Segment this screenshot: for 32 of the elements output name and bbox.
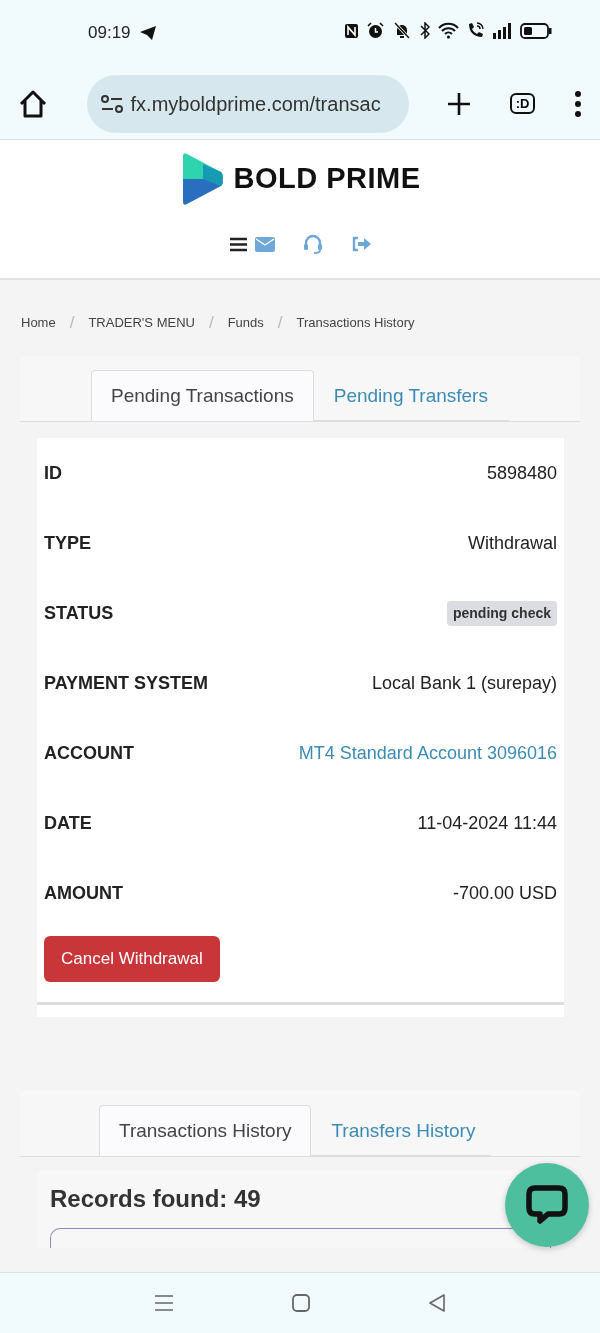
- tab-switcher-button[interactable]: :D: [509, 93, 536, 114]
- breadcrumb-link[interactable]: TRADER'S MENU: [88, 313, 195, 333]
- status-time: 09:19: [88, 22, 131, 44]
- field-label: AMOUNT: [44, 881, 123, 905]
- field-label: STATUS: [44, 601, 114, 625]
- breadcrumb-separator: /: [277, 312, 283, 334]
- breadcrumb-separator: /: [208, 312, 214, 334]
- address-bar[interactable]: fx.myboldprime.com/transac: [86, 74, 409, 133]
- tab[interactable]: Transfers History: [311, 1104, 496, 1156]
- breadcrumb-link[interactable]: Home: [21, 313, 56, 333]
- records-heading: Records found: 49: [50, 1185, 262, 1214]
- status-badge: pending check: [446, 600, 557, 626]
- field-label: ACCOUNT: [44, 741, 134, 765]
- breadcrumb-link[interactable]: Funds: [227, 313, 264, 333]
- field-value: 5898480: [486, 461, 557, 485]
- field-value: 11-04-2024 11:44: [417, 811, 557, 835]
- logo-text: BOLD PRIME: [233, 161, 421, 197]
- field-value: Withdrawal: [467, 531, 557, 555]
- field-label: TYPE: [44, 531, 91, 555]
- breadcrumb-separator: /: [69, 312, 75, 334]
- tab[interactable]: Transactions History: [99, 1104, 312, 1156]
- field-label: DATE: [44, 811, 92, 835]
- account-link[interactable]: MT4 Standard Account 3096016: [298, 739, 557, 767]
- tab[interactable]: Pending Transfers: [313, 369, 508, 421]
- tab[interactable]: Pending Transactions: [91, 369, 314, 421]
- cancel-withdrawal-button[interactable]: Cancel Withdrawal: [44, 936, 220, 982]
- field-value: -700.00 USD: [452, 881, 557, 905]
- field-label: ID: [44, 461, 62, 485]
- url-text: fx.myboldprime.com/transac: [130, 91, 381, 117]
- field-value: Local Bank 1 (surepay): [371, 671, 557, 695]
- field-label: PAYMENT SYSTEM: [44, 671, 209, 695]
- breadcrumb-current: Transactions History: [296, 314, 415, 332]
